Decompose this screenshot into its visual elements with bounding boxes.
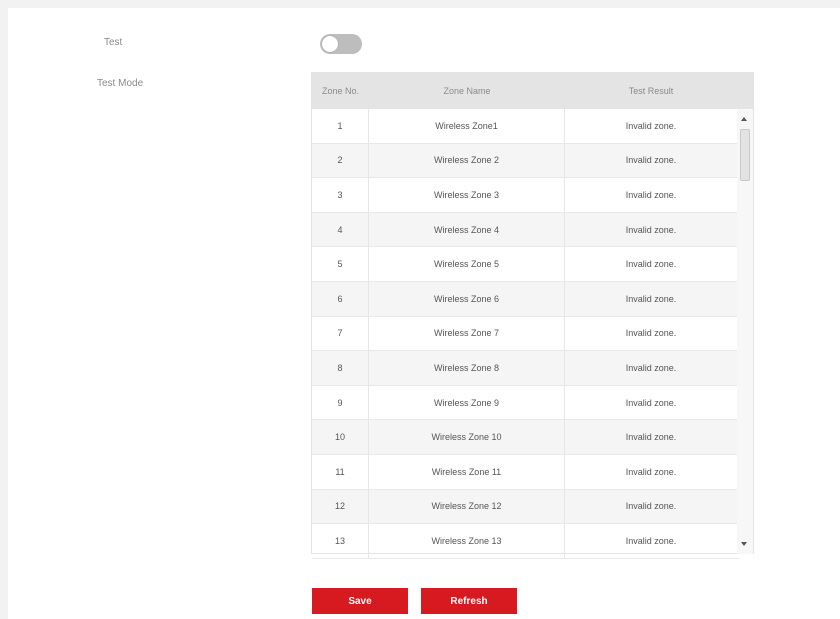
zone-name-cell: Wireless Zone 4 xyxy=(369,212,565,247)
zone-name-cell: Wireless Zone 3 xyxy=(369,178,565,212)
table-row[interactable]: 9 Wireless Zone 9 Invalid zone. xyxy=(312,385,739,421)
table-row[interactable]: 13 Wireless Zone 13 Invalid zone. xyxy=(312,524,739,559)
zone-name-cell: Wireless Zone 10 xyxy=(369,420,565,454)
table-row[interactable]: 2 Wireless Zone 2 Invalid zone. xyxy=(312,143,739,179)
scroll-down-arrow-icon[interactable] xyxy=(741,542,747,546)
table-body: 1 Wireless Zone1 Invalid zone. 2 Wireless Zo… xyxy=(312,109,739,559)
zone-name-cell: Wireless Zone 6 xyxy=(369,281,565,316)
table-row[interactable]: 1 Wireless Zone1 Invalid zone. xyxy=(312,109,739,144)
scroll-thumb[interactable] xyxy=(740,129,750,181)
test-result-cell: Invalid zone. xyxy=(625,432,677,443)
table-row[interactable]: 8 Wireless Zone 8 Invalid zone. xyxy=(312,351,739,386)
zone-name-cell: Wireless Zone 2 xyxy=(369,143,565,178)
zone-no-cell: 3 xyxy=(312,178,369,212)
test-result-cell: Invalid zone. xyxy=(625,189,677,200)
zone-no-cell: 6 xyxy=(312,281,369,316)
zone-name-cell: Wireless Zone 11 xyxy=(369,454,565,489)
zone-no-cell: 5 xyxy=(312,247,369,281)
test-result-cell: Invalid zone. xyxy=(625,155,677,166)
zone-no-cell: 8 xyxy=(312,351,369,385)
table-row[interactable]: 10 Wireless Zone 10 Invalid zone. xyxy=(312,420,739,455)
table-header: Zone No. Zone Name Test Result xyxy=(312,73,753,109)
zone-no-cell: 1 xyxy=(312,109,369,143)
test-result-cell: Invalid zone. xyxy=(625,120,677,131)
zone-name-cell: Wireless Zone 12 xyxy=(369,489,565,524)
zone-test-table: Zone No. Zone Name Test Result 1 Wireless… xyxy=(311,72,754,559)
zone-name-cell: Wireless Zone 8 xyxy=(369,351,565,385)
test-result-cell: Invalid zone. xyxy=(625,328,677,339)
zone-no-cell: 11 xyxy=(312,454,369,489)
header-zone-name: Zone Name xyxy=(443,86,491,96)
test-result-cell: Invalid zone. xyxy=(625,224,677,235)
table-row[interactable]: 6 Wireless Zone 6 Invalid zone. xyxy=(312,281,739,317)
refresh-button[interactable]: Refresh xyxy=(421,588,517,614)
test-toggle[interactable] xyxy=(320,34,362,54)
table-row[interactable]: 3 Wireless Zone 3 Invalid zone. xyxy=(312,178,739,213)
table-scrollbar[interactable] xyxy=(737,109,753,554)
table-row[interactable]: 12 Wireless Zone 12 Invalid zone. xyxy=(312,489,739,525)
table-row[interactable]: 11 Wireless Zone 11 Invalid zone. xyxy=(312,454,739,490)
test-result-cell: Invalid zone. xyxy=(625,293,677,304)
zone-no-cell: 7 xyxy=(312,316,369,351)
table-row[interactable]: 4 Wireless Zone 4 Invalid zone. xyxy=(312,212,739,248)
zone-name-cell: Wireless Zone 13 xyxy=(369,524,565,558)
zone-name-cell: Wireless Zone1 xyxy=(369,109,565,143)
test-result-cell: Invalid zone. xyxy=(625,259,677,270)
test-label: Test xyxy=(104,37,123,48)
zone-name-cell: Wireless Zone 7 xyxy=(369,316,565,351)
toggle-knob xyxy=(322,36,338,52)
header-test-result: Test Result xyxy=(628,86,674,96)
test-result-cell: Invalid zone. xyxy=(625,466,677,477)
test-result-cell: Invalid zone. xyxy=(625,535,677,546)
scroll-up-arrow-icon[interactable] xyxy=(741,117,747,121)
table-row[interactable]: 7 Wireless Zone 7 Invalid zone. xyxy=(312,316,739,352)
zone-no-cell: 12 xyxy=(312,489,369,524)
zone-no-cell: 9 xyxy=(312,385,369,420)
zone-no-cell: 10 xyxy=(312,420,369,454)
zone-name-cell: Wireless Zone 9 xyxy=(369,385,565,420)
test-result-cell: Invalid zone. xyxy=(625,501,677,512)
test-result-cell: Invalid zone. xyxy=(625,397,677,408)
save-button[interactable]: Save xyxy=(312,588,408,614)
zone-name-cell: Wireless Zone 5 xyxy=(369,247,565,281)
zone-no-cell: 4 xyxy=(312,212,369,247)
test-mode-label: Test Mode xyxy=(97,78,144,89)
header-zone-no: Zone No. xyxy=(321,86,360,96)
test-result-cell: Invalid zone. xyxy=(625,362,677,373)
zone-no-cell: 13 xyxy=(312,524,369,558)
zone-no-cell: 2 xyxy=(312,143,369,178)
table-row[interactable]: 5 Wireless Zone 5 Invalid zone. xyxy=(312,247,739,282)
